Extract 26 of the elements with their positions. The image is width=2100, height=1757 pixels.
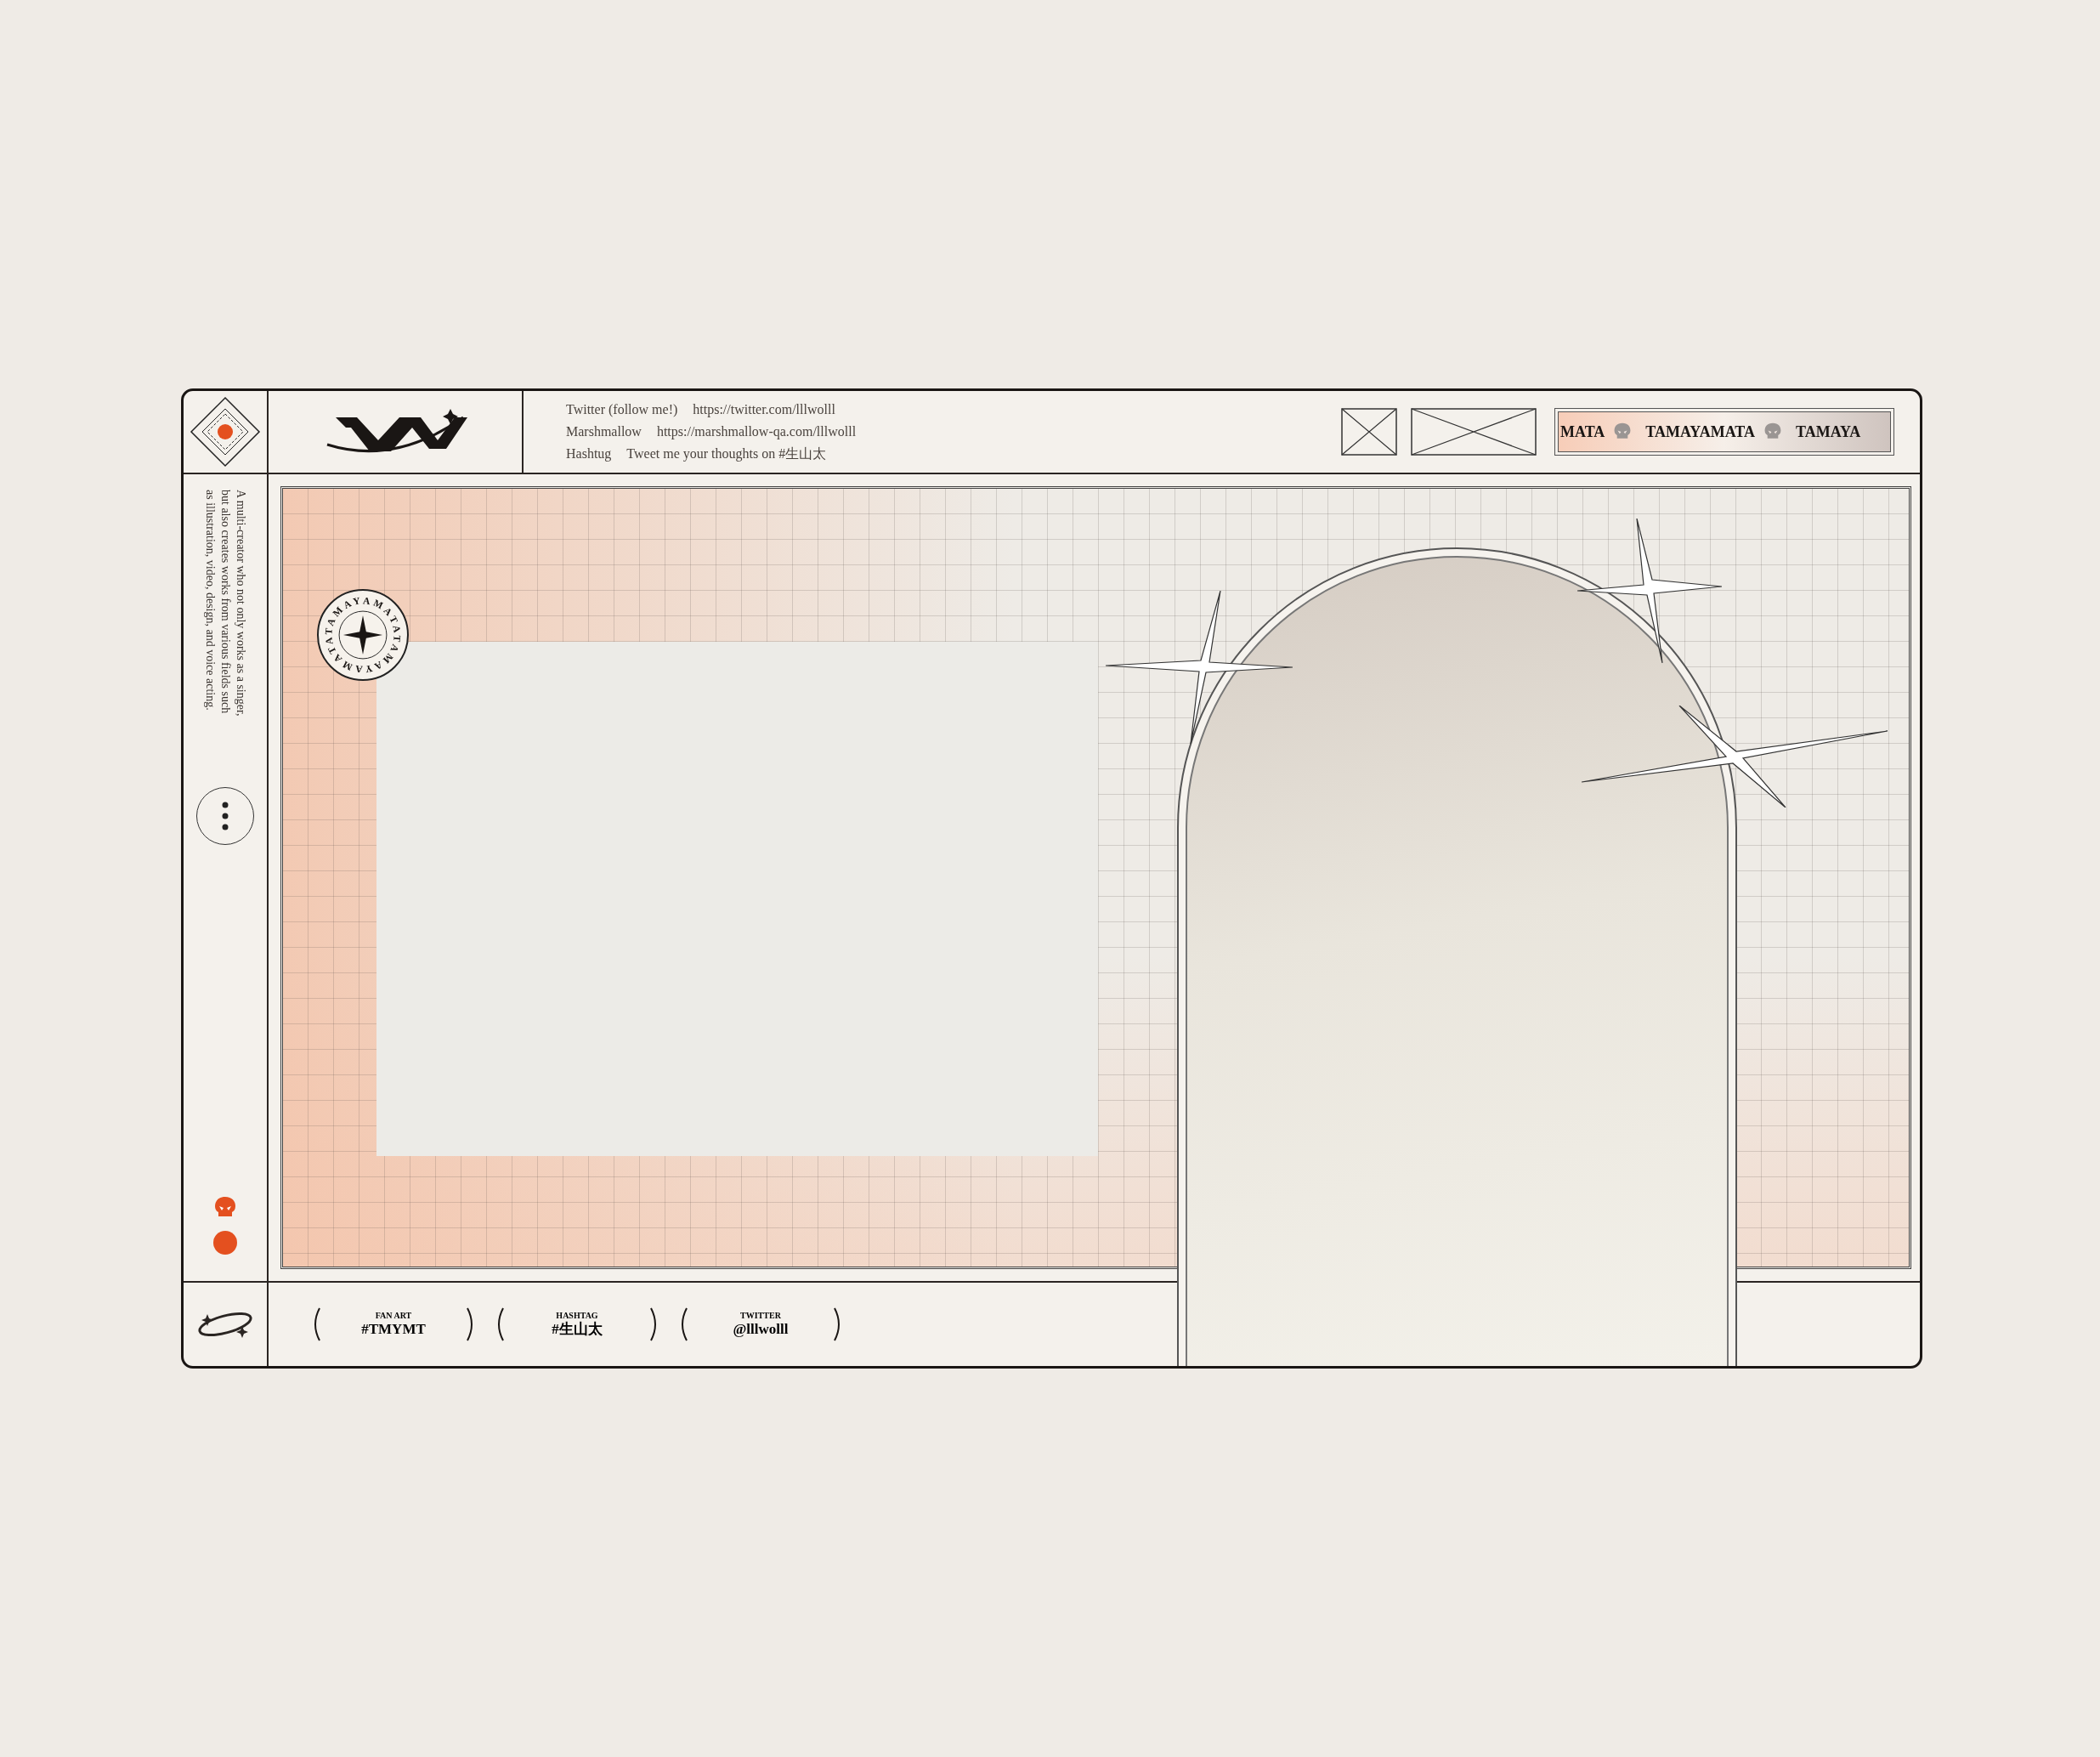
more-icon (222, 802, 229, 830)
link-label: Twitter (follow me!) (566, 401, 678, 419)
bio-text: A multi-creator who not only works as a singer, but also creates works from various fields such as illustration, video, design, and voice acting. (203, 490, 248, 718)
image-placeholder-icon (1341, 408, 1397, 456)
link-value: Tweet me your thoughts on #生山太 (626, 445, 827, 463)
tag-label: HASHTAG (556, 1311, 598, 1321)
tag-label: FAN ART (375, 1311, 412, 1321)
tag-value: #生山太 (552, 1321, 603, 1338)
sparkle-icon (1582, 706, 1888, 808)
tag-value: @lllwolll (733, 1321, 789, 1338)
ticker-text: MATA (1560, 422, 1605, 442)
diamond-emblem-icon (189, 395, 262, 468)
sparkle-icon (1106, 591, 1293, 744)
link-value: https://twitter.com/lllwolll (693, 401, 835, 419)
link-label: Marshmallow (566, 423, 642, 440)
status-dot-icon (212, 1230, 238, 1255)
tag-value: #TMYMT (361, 1321, 426, 1338)
image-placeholder-icon (1411, 408, 1537, 456)
link-label: Hashtug (566, 445, 612, 463)
skull-icon (1763, 422, 1782, 441)
sparkle-icon (1577, 519, 1722, 663)
link-value: https://marshmallow-qa.com/lllwolll (656, 423, 857, 441)
skull-icon (1613, 422, 1633, 441)
ticker-text: TAMAYA (1796, 422, 1861, 442)
tag-label: TWITTER (740, 1311, 781, 1321)
ticker-text: TAMAYAMATA (1645, 422, 1755, 442)
